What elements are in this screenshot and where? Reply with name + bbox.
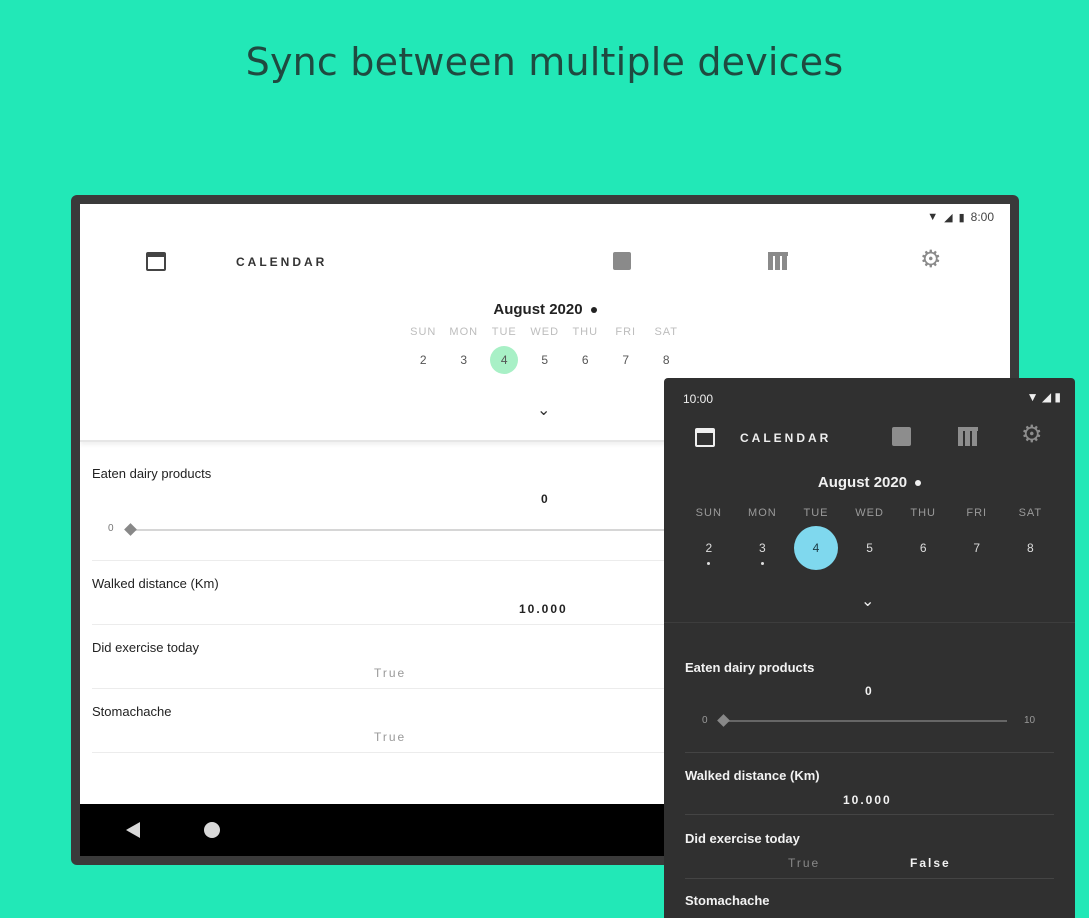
- row-divider: [92, 560, 682, 561]
- phone-month-label: August 2020: [817, 474, 908, 491]
- weekday-label: SAT: [654, 326, 679, 338]
- calendar-divider: [664, 622, 1075, 623]
- wifi-icon: ▼: [1026, 390, 1039, 404]
- field-label: Stomachache: [92, 704, 172, 719]
- date-cell[interactable]: 5: [525, 346, 566, 374]
- slider-min-label: 0: [108, 523, 114, 534]
- tablet-status-bar: ▼ ◢ ▮ 8:00: [927, 210, 994, 224]
- stomachache-true-option[interactable]: True: [374, 730, 406, 744]
- phone-toolbar-title: CALENDAR: [740, 431, 832, 445]
- date-cell[interactable]: 8: [1004, 527, 1058, 571]
- phone-week-strip: SUN 2 MON 3 TUE 4 WED 5 THU 6 FRI 7 SAT 8: [682, 507, 1057, 571]
- exercise-true-option[interactable]: True: [374, 666, 406, 680]
- distance-value-field[interactable]: 10.000: [519, 602, 568, 616]
- date-cell[interactable]: 6: [896, 527, 950, 571]
- chevron-down-icon[interactable]: ⌄: [861, 591, 874, 611]
- home-icon[interactable]: [204, 822, 220, 838]
- date-cell[interactable]: 7: [950, 527, 1004, 571]
- date-cell[interactable]: 6: [565, 346, 606, 374]
- date-cell[interactable]: 5: [843, 527, 897, 571]
- weekday-label: FRI: [966, 507, 988, 519]
- battery-icon: ▮: [958, 211, 965, 224]
- wifi-icon: ▼: [927, 211, 939, 223]
- chevron-down-icon[interactable]: ⌄: [537, 400, 550, 420]
- signal-icon: ◢: [1041, 390, 1052, 404]
- row-divider: [685, 814, 1054, 815]
- exercise-false-option[interactable]: False: [910, 856, 951, 870]
- date-cell[interactable]: 3: [444, 346, 485, 374]
- gear-icon[interactable]: ⚙: [1021, 423, 1043, 447]
- weekday-label: SUN: [695, 507, 722, 519]
- back-icon[interactable]: [126, 822, 140, 838]
- field-label: Walked distance (Km): [92, 576, 219, 591]
- field-label: Eaten dairy products: [685, 660, 815, 675]
- gear-icon[interactable]: ⚙: [920, 248, 942, 272]
- exercise-true-option[interactable]: True: [788, 856, 820, 870]
- phone-status-time: 10:00: [683, 392, 714, 406]
- field-label: Eaten dairy products: [92, 466, 212, 481]
- weekday-label: WED: [530, 326, 560, 338]
- phone-month-header[interactable]: August 2020: [664, 474, 1075, 491]
- slider-thumb[interactable]: [717, 714, 730, 727]
- weekday-label: MON: [449, 326, 479, 338]
- calendar-icon[interactable]: [695, 428, 715, 447]
- headline: Sync between multiple devices: [245, 40, 844, 84]
- weekday-label: SUN: [410, 326, 437, 338]
- field-value: 0: [865, 684, 874, 698]
- month-dot-indicator: [915, 480, 922, 487]
- event-dot-indicator: [760, 562, 764, 565]
- tablet-month-header[interactable]: August 2020: [80, 301, 1010, 318]
- date-cell[interactable]: 3: [736, 527, 790, 571]
- field-label: Walked distance (Km): [685, 768, 820, 783]
- row-divider: [92, 752, 682, 753]
- weekday-label: MON: [748, 507, 777, 519]
- distance-value-field[interactable]: 10.000: [843, 793, 892, 807]
- weekday-label: THU: [910, 507, 936, 519]
- field-label: Did exercise today: [92, 640, 199, 655]
- chart-icon[interactable]: [613, 252, 631, 270]
- phone-status-icons: ▼ ◢ ▮: [1027, 390, 1061, 404]
- field-label: Did exercise today: [685, 831, 800, 846]
- tablet-week-strip: SUN 2 MON 3 TUE 4 WED 5 THU 6 FRI 7 SAT 8: [403, 326, 687, 374]
- table-icon[interactable]: [768, 252, 788, 270]
- slider-max-label: 10: [1024, 715, 1036, 726]
- row-divider: [685, 878, 1054, 879]
- row-divider: [92, 624, 682, 625]
- date-cell[interactable]: 2: [403, 346, 444, 374]
- tablet-toolbar-title: CALENDAR: [236, 255, 328, 269]
- date-cell[interactable]: 8: [646, 346, 687, 374]
- tablet-status-time: 8:00: [970, 210, 994, 224]
- weekday-label: TUE: [491, 326, 517, 338]
- date-cell-selected[interactable]: 4: [789, 526, 843, 571]
- battery-icon: ▮: [1054, 390, 1061, 404]
- date-cell[interactable]: 2: [682, 527, 736, 571]
- row-divider: [685, 752, 1054, 753]
- weekday-label: TUE: [803, 507, 829, 519]
- weekday-label: WED: [855, 507, 884, 519]
- dairy-slider-track[interactable]: [724, 720, 1007, 722]
- field-label: Stomachache: [685, 893, 770, 908]
- slider-min-label: 0: [702, 715, 708, 726]
- date-cell[interactable]: 7: [606, 346, 647, 374]
- slider-thumb[interactable]: [124, 523, 137, 536]
- field-value: 0: [541, 492, 550, 506]
- table-icon[interactable]: [958, 427, 978, 446]
- phone-device: 10:00 ▼ ◢ ▮ CALENDAR ⚙ August 2020 SUN 2 …: [664, 378, 1075, 918]
- dairy-slider-track[interactable]: [130, 529, 710, 531]
- chart-icon[interactable]: [892, 427, 911, 446]
- weekday-label: SAT: [1018, 507, 1043, 519]
- signal-icon: ◢: [944, 211, 953, 224]
- tablet-month-label: August 2020: [493, 301, 583, 318]
- calendar-icon[interactable]: [146, 252, 166, 271]
- month-dot-indicator: [590, 307, 597, 314]
- tablet-toolbar: CALENDAR ⚙: [80, 240, 1010, 286]
- row-divider: [92, 688, 682, 689]
- weekday-label: FRI: [615, 326, 637, 338]
- date-cell-selected[interactable]: 4: [484, 346, 525, 374]
- weekday-label: THU: [572, 326, 599, 338]
- event-dot-indicator: [707, 562, 711, 565]
